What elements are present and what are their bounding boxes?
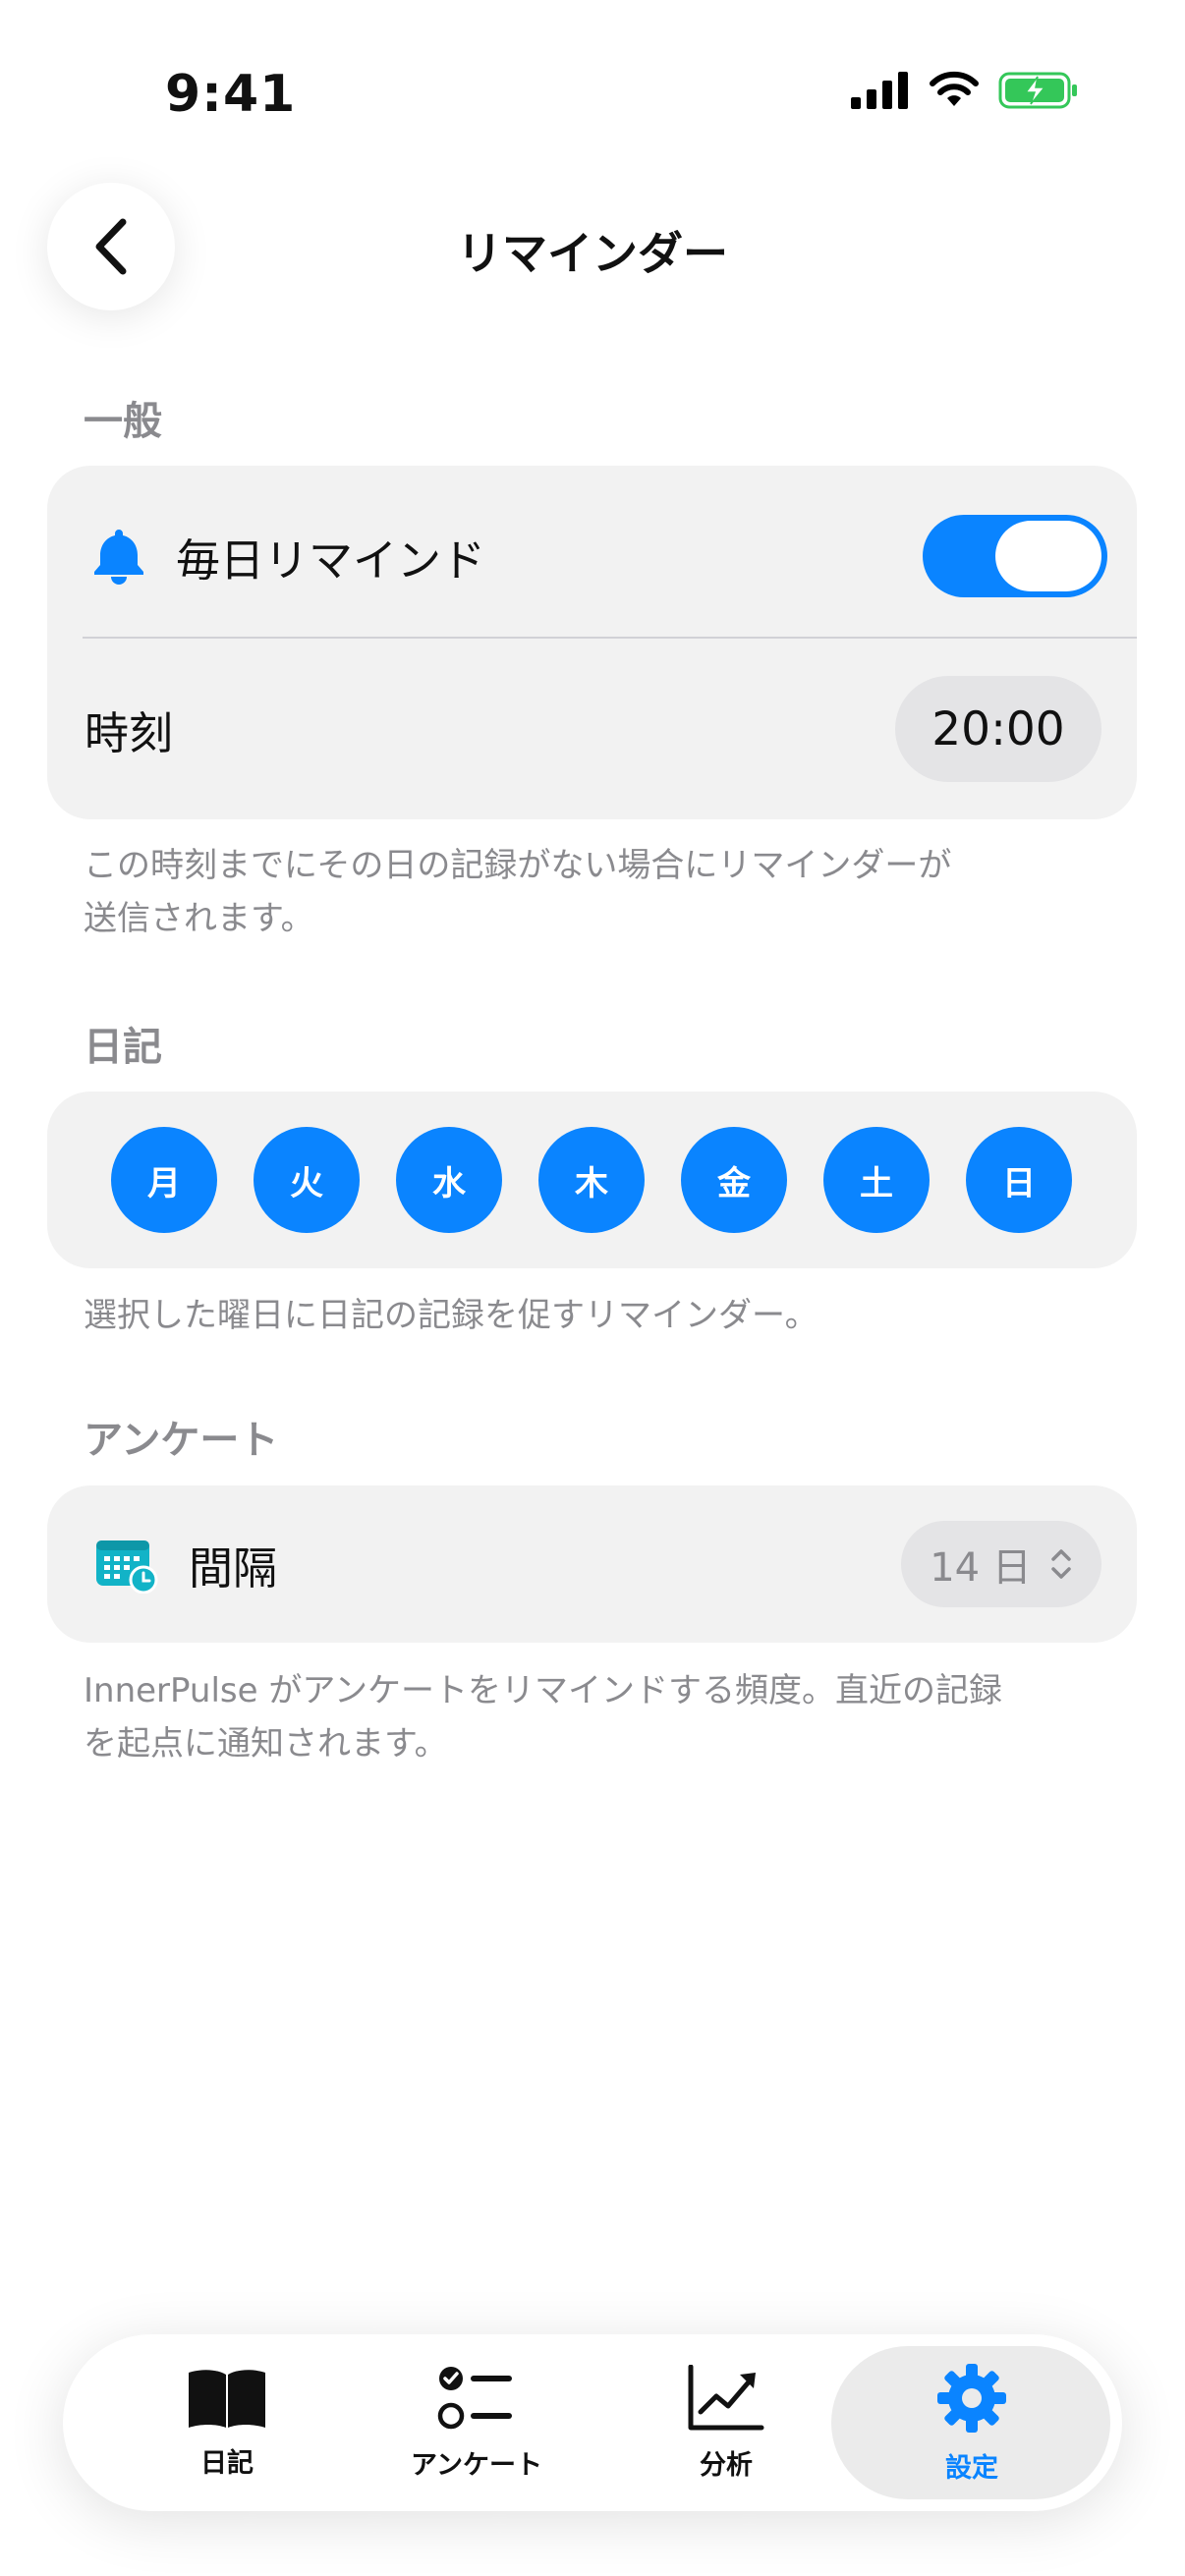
day-button-sun[interactable]: 日 xyxy=(966,1127,1072,1233)
tab-survey[interactable]: アンケート xyxy=(373,2334,580,2511)
section-label-survey: アンケート xyxy=(84,1418,279,1463)
survey-card: 間隔 14 日 xyxy=(47,1485,1137,1643)
diary-days-card: 月 火 水 木 金 土 日 xyxy=(47,1092,1137,1268)
tab-label-settings: 設定 xyxy=(945,2452,998,2484)
tab-label-analysis: 分析 xyxy=(700,2449,753,2481)
day-button-tue[interactable]: 火 xyxy=(254,1127,360,1233)
general-caption-line-2: 送信されます。 xyxy=(84,899,314,938)
interval-value: 14 日 xyxy=(930,1545,1032,1591)
day-button-fri[interactable]: 金 xyxy=(681,1127,787,1233)
status-time: 9:41 xyxy=(165,65,297,124)
divider xyxy=(83,637,1137,639)
section-label-diary: 日記 xyxy=(84,1025,162,1070)
gear-icon xyxy=(937,2363,1006,2433)
survey-caption: InnerPulse がアンケートをリマインドする頻度。直近の記録 を起点に通知… xyxy=(84,1664,1086,1770)
time-picker[interactable]: 20:00 xyxy=(895,676,1101,782)
wifi-icon xyxy=(930,71,979,106)
day-button-thu[interactable]: 木 xyxy=(538,1127,645,1233)
general-caption-line-1: この時刻までにその日の記録がない場合にリマインダーが xyxy=(84,846,952,885)
tab-bar: 日記 アンケート 分析 設定 xyxy=(63,2334,1122,2511)
toggle-knob xyxy=(995,521,1101,591)
section-label-general: 一般 xyxy=(84,399,162,444)
weekday-selector: 月 火 水 木 金 土 日 xyxy=(111,1127,1072,1233)
calendar-clock-icon xyxy=(96,1540,158,1594)
tab-diary[interactable]: 日記 xyxy=(124,2334,330,2511)
checklist-icon xyxy=(437,2366,512,2429)
battery-charging-icon xyxy=(998,72,1077,109)
time-label: 時刻 xyxy=(85,706,174,759)
general-caption: この時刻までにその日の記録がない場合にリマインダーが 送信されます。 xyxy=(84,839,1086,945)
diary-caption: 選択した曜日に日記の記録を促すリマインダー。 xyxy=(84,1296,818,1335)
tab-label-diary: 日記 xyxy=(200,2447,254,2479)
interval-label: 間隔 xyxy=(189,1541,278,1595)
chart-icon xyxy=(688,2364,764,2430)
survey-caption-line-1: InnerPulse がアンケートをリマインドする頻度。直近の記録 xyxy=(84,1671,1002,1710)
day-button-sat[interactable]: 土 xyxy=(823,1127,930,1233)
interval-picker[interactable]: 14 日 xyxy=(901,1521,1101,1607)
daily-reminder-label: 毎日リマインド xyxy=(176,533,486,587)
survey-caption-line-2: を起点に通知されます。 xyxy=(84,1724,448,1764)
day-button-wed[interactable]: 水 xyxy=(396,1127,502,1233)
cellular-signal-icon xyxy=(851,72,908,109)
tab-settings[interactable]: 設定 xyxy=(869,2334,1075,2511)
chevron-up-down-icon xyxy=(1051,1549,1071,1579)
page-title: リマインダー xyxy=(457,227,728,280)
day-button-mon[interactable]: 月 xyxy=(111,1127,217,1233)
daily-reminder-toggle[interactable] xyxy=(923,515,1107,597)
tab-analysis[interactable]: 分析 xyxy=(623,2334,829,2511)
status-icons xyxy=(851,71,1079,110)
bell-icon xyxy=(94,530,143,585)
general-card: 毎日リマインド 時刻 20:00 xyxy=(47,466,1137,819)
tab-label-survey: アンケート xyxy=(411,2449,542,2481)
book-icon xyxy=(189,2369,265,2428)
